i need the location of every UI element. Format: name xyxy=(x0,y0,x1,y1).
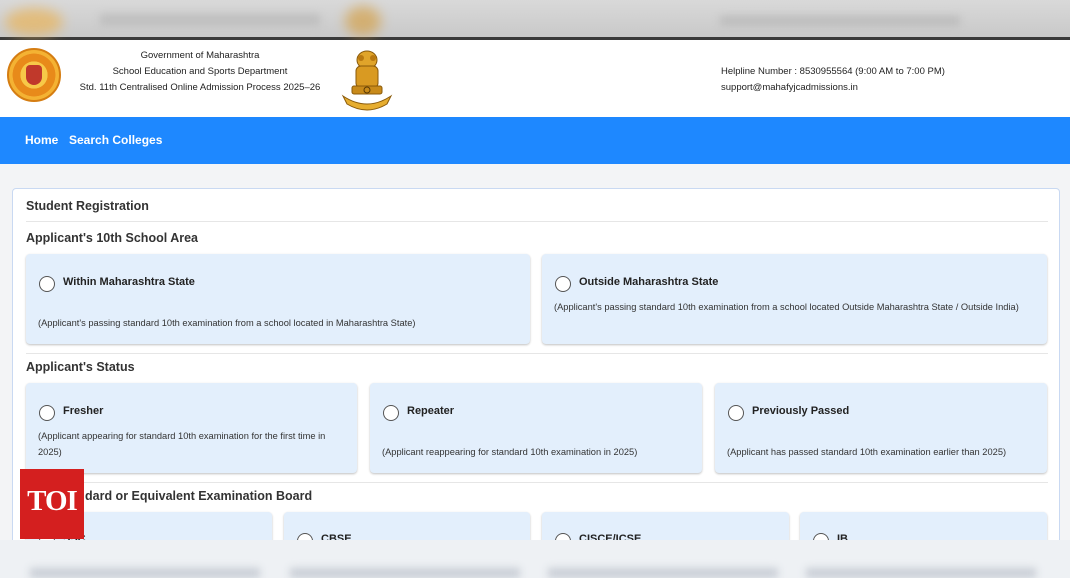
option-label: Outside Maharashtra State xyxy=(579,276,719,288)
option-description: (Applicant has passed standard 10th exam… xyxy=(727,447,1007,457)
org-line-process: Std. 11th Centralised Online Admission P… xyxy=(79,82,321,93)
blurred-content xyxy=(548,568,778,578)
divider xyxy=(26,482,1048,483)
divider xyxy=(26,221,1048,222)
option-label: Repeater xyxy=(407,405,455,417)
school-area-heading: Applicant's 10th School Area xyxy=(26,231,198,245)
national-emblem-icon xyxy=(341,50,393,111)
card-title: Student Registration xyxy=(26,199,149,213)
nav-search-colleges-link[interactable]: Search Colleges xyxy=(69,133,162,147)
blurred-content xyxy=(290,568,520,578)
blurred-emblem xyxy=(345,6,381,36)
option-label: Previously Passed xyxy=(752,405,850,417)
option-label: Within Maharashtra State xyxy=(63,276,195,288)
blurred-content xyxy=(30,568,260,578)
org-title: Government of Maharashtra School Educati… xyxy=(70,48,330,96)
helpline-info: Helpline Number : 8530955564 (9:00 AM to… xyxy=(721,64,945,96)
option-label: Fresher xyxy=(63,405,104,417)
blurred-logo xyxy=(5,8,63,36)
radio-button[interactable] xyxy=(39,276,55,292)
status-option-repeater[interactable]: Repeater (Applicant reappearing for stan… xyxy=(370,383,702,473)
blurred-bottom-strip xyxy=(0,540,1070,578)
radio-button[interactable] xyxy=(383,405,399,421)
area-option-outside-maharashtra[interactable]: Outside Maharashtra State (Applicant's p… xyxy=(542,254,1047,344)
blurred-top-strip xyxy=(0,0,1070,40)
helpline-number: Helpline Number : 8530955564 (9:00 AM to… xyxy=(721,66,945,77)
blurred-text xyxy=(100,14,320,26)
divider xyxy=(26,353,1048,354)
site-header: Government of Maharashtra School Educati… xyxy=(0,40,1070,117)
option-description: (Applicant's passing standard 10th exami… xyxy=(554,302,1019,312)
nav-home-link[interactable]: Home xyxy=(25,133,58,147)
radio-button[interactable] xyxy=(728,405,744,421)
registration-card: Student Registration Applicant's 10th Sc… xyxy=(12,188,1060,572)
radio-button[interactable] xyxy=(555,276,571,292)
option-description: (Applicant reappearing for standard 10th… xyxy=(382,447,638,457)
org-line-government: Government of Maharashtra xyxy=(140,50,260,61)
option-description: (Applicant appearing for standard 10th e… xyxy=(38,431,326,457)
exam-board-heading: dard or Equivalent Examination Board xyxy=(85,489,313,503)
radio-button[interactable] xyxy=(39,405,55,421)
blurred-content xyxy=(806,568,1036,578)
option-description: (Applicant's passing standard 10th exami… xyxy=(38,318,416,328)
maharashtra-seal-icon xyxy=(7,48,61,102)
area-option-within-maharashtra[interactable]: Within Maharashtra State (Applicant's pa… xyxy=(26,254,530,344)
main-navbar: Home Search Colleges xyxy=(0,117,1070,164)
blurred-text xyxy=(720,16,960,26)
support-email[interactable]: support@mahafyjcadmissions.in xyxy=(721,80,945,96)
applicant-status-heading: Applicant's Status xyxy=(26,360,135,374)
status-option-fresher[interactable]: Fresher (Applicant appearing for standar… xyxy=(26,383,357,473)
status-option-previously-passed[interactable]: Previously Passed (Applicant has passed … xyxy=(715,383,1047,473)
toi-watermark-logo: TOI xyxy=(20,469,84,539)
org-line-department: School Education and Sports Department xyxy=(112,66,288,77)
